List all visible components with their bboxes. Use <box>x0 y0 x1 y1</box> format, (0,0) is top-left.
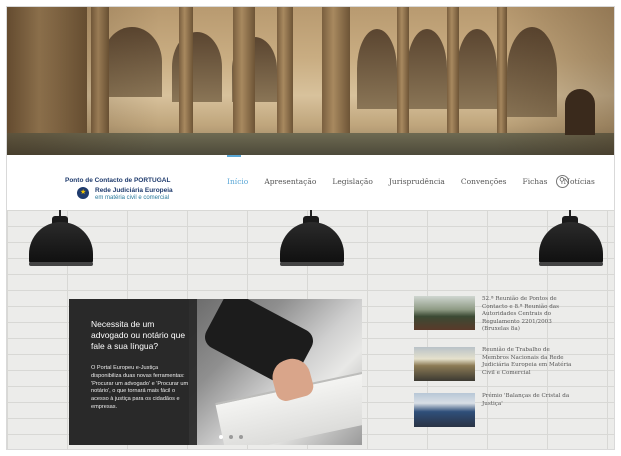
nav-item-fichas[interactable]: Fichas <box>523 177 548 188</box>
nav-active-indicator <box>227 155 241 157</box>
nav-item-jurisprudencia[interactable]: Jurisprudência <box>389 177 445 188</box>
brick-wall-background: Necessita de um advogado ou notário que … <box>7 210 614 449</box>
ejn-logo-icon: ★ <box>77 187 89 199</box>
main-nav: Início Apresentação Legislação Jurisprud… <box>227 177 611 188</box>
slide-text: O Portal Europeu e-Justiça disponibiliza… <box>91 365 189 410</box>
search-icon: ⚲ <box>559 176 565 185</box>
nav-item-convencoes[interactable]: Convenções <box>461 177 507 188</box>
page-frame: Ponto de Contacto de PORTUGAL ★ Rede Jud… <box>7 7 614 449</box>
news-title[interactable]: 52.ª Reunião de Pontos de Contacto e 8.ª… <box>482 296 576 334</box>
slide-title: Necessita de um advogado ou notário que … <box>91 319 186 351</box>
brand-name: Rede Judiciária Europeia <box>95 187 173 194</box>
hero-image <box>7 7 614 155</box>
slider-dot[interactable] <box>219 435 223 439</box>
slide-image <box>189 299 362 445</box>
nav-item-legislacao[interactable]: Legislação <box>332 177 373 188</box>
slider-dot[interactable] <box>229 435 233 439</box>
news-thumbnail[interactable] <box>414 347 475 381</box>
brand-country: Ponto de Contacto de PORTUGAL <box>65 177 171 184</box>
slider-dot[interactable] <box>239 435 243 439</box>
slider-dots <box>219 435 249 439</box>
nav-item-inicio[interactable]: Início <box>227 177 248 188</box>
news-title[interactable]: Prémio 'Balanças de Cristal da Justiça' <box>482 393 576 408</box>
news-title[interactable]: Reunião de Trabalho de Membros Nacionais… <box>482 347 576 377</box>
nav-item-apresentacao[interactable]: Apresentação <box>264 177 316 188</box>
slide-caption-panel: Necessita de um advogado ou notário que … <box>69 299 197 445</box>
news-thumbnail[interactable] <box>414 296 475 330</box>
brand-subtitle: em matéria civil e comercial <box>95 195 170 201</box>
news-thumbnail[interactable] <box>414 393 475 427</box>
brand-logo[interactable]: Ponto de Contacto de PORTUGAL ★ Rede Jud… <box>65 177 205 209</box>
search-button[interactable]: ⚲ <box>556 175 569 188</box>
featured-slider[interactable]: Necessita de um advogado ou notário que … <box>69 299 362 445</box>
top-navbar: Ponto de Contacto de PORTUGAL ★ Rede Jud… <box>7 155 614 210</box>
